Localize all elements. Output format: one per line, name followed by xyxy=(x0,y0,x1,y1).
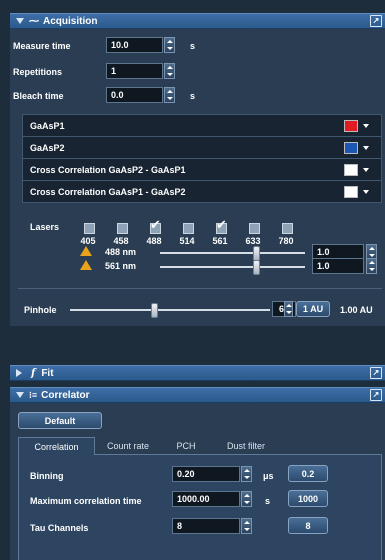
measure-time-label: Measure time xyxy=(13,41,71,51)
laser-checkbox-633[interactable] xyxy=(249,223,260,234)
warning-icon xyxy=(80,260,92,270)
bleach-time-spinner[interactable] xyxy=(164,87,175,103)
laser-561-slider-thumb[interactable] xyxy=(252,260,260,275)
measure-time-spinner[interactable] xyxy=(164,37,175,53)
correlator-header[interactable]: ⁝≡ Correlator ↗ xyxy=(10,387,385,403)
warning-icon xyxy=(80,246,92,256)
pin-icon[interactable]: ↗ xyxy=(370,389,382,401)
pinhole-spinner[interactable] xyxy=(284,301,293,317)
tab-correlation[interactable]: Correlation xyxy=(18,437,95,456)
laser-checkbox-514[interactable] xyxy=(183,223,194,234)
checkmark-icon: ✔ xyxy=(216,217,227,232)
binning-label: Binning xyxy=(30,471,64,481)
laser-561-input[interactable]: 1.0 xyxy=(312,258,364,274)
tab-count-rate[interactable]: Count rate xyxy=(94,437,162,455)
max-corr-time-preset-button[interactable]: 1000 xyxy=(288,490,328,507)
pinhole-au-value: 1.00 AU xyxy=(340,305,373,315)
laser-checkbox-561[interactable]: ✔ xyxy=(216,217,227,234)
binning-preset-button[interactable]: 0.2 xyxy=(288,465,328,482)
laser-checkbox-488[interactable]: ✔ xyxy=(150,217,161,234)
track-color-swatch[interactable] xyxy=(344,120,358,132)
laser-wavelength-label: 633 xyxy=(245,236,261,246)
pinhole-slider-track[interactable] xyxy=(70,309,270,311)
repetitions-label: Repetitions xyxy=(13,67,63,77)
pinhole-slider-thumb[interactable] xyxy=(151,303,158,318)
track-color-swatch[interactable] xyxy=(344,186,358,198)
chevron-down-icon[interactable] xyxy=(363,190,369,194)
tau-channels-input[interactable]: 8 xyxy=(172,518,240,534)
fit-header[interactable]: f Fit ↗ xyxy=(10,365,385,381)
track-color-swatch[interactable] xyxy=(344,164,358,176)
track-row-gaasp1[interactable]: GaAsP1 xyxy=(23,115,381,137)
measure-time-input[interactable]: 10.0 xyxy=(106,37,163,53)
collapse-icon[interactable] xyxy=(16,18,24,24)
track-color-swatch[interactable] xyxy=(344,142,358,154)
pinhole-1au-button[interactable]: 1 AU xyxy=(296,301,330,317)
expand-icon[interactable] xyxy=(16,369,22,377)
track-name: Cross Correlation GaAsP1 - GaAsP2 xyxy=(30,186,186,197)
correlator-bars-icon: ⁝≡ xyxy=(29,389,38,400)
lasers-label: Lasers xyxy=(30,222,60,232)
binning-unit: μs xyxy=(263,471,274,481)
max-corr-time-input[interactable]: 1000.00 xyxy=(172,491,240,507)
bleach-time-input[interactable]: 0.0 xyxy=(106,87,163,103)
pin-icon[interactable]: ↗ xyxy=(370,367,382,379)
pinhole-label: Pinhole xyxy=(24,305,57,315)
acquisition-title: Acquisition xyxy=(43,15,98,27)
laser-wavelength-label: 561 xyxy=(212,236,228,246)
tab-dust-filter[interactable]: Dust filter xyxy=(210,437,282,455)
fit-title: Fit xyxy=(41,367,54,379)
binning-input[interactable]: 0.20 xyxy=(172,466,240,482)
chevron-down-icon[interactable] xyxy=(363,168,369,172)
collapse-icon[interactable] xyxy=(16,392,24,398)
divider xyxy=(18,288,382,289)
laser-488-slider-track[interactable] xyxy=(160,252,305,254)
correlator-title: Correlator xyxy=(41,389,90,401)
correlator-tabs: Correlation Count rate PCH Dust filter xyxy=(18,437,382,456)
laser-488-label: 488 nm xyxy=(105,247,137,257)
max-corr-time-label: Maximum correlation time xyxy=(30,496,142,506)
repetitions-input[interactable]: 1 xyxy=(106,63,163,79)
laser-wavelength-label: 488 xyxy=(146,236,162,246)
bleach-time-label: Bleach time xyxy=(13,91,64,101)
max-corr-time-unit: s xyxy=(265,496,271,506)
tab-pch[interactable]: PCH xyxy=(164,437,208,455)
laser-561-spinner[interactable] xyxy=(366,258,377,274)
acquisition-header[interactable]: ⁓ Acquisition ↗ xyxy=(10,13,385,29)
track-name: GaAsP1 xyxy=(30,120,65,131)
laser-488-slider-thumb[interactable] xyxy=(252,246,260,261)
max-corr-time-spinner[interactable] xyxy=(241,491,252,507)
track-name: Cross Correlation GaAsP2 - GaAsP1 xyxy=(30,164,186,175)
pin-icon[interactable]: ↗ xyxy=(370,15,382,27)
laser-wavelength-label: 514 xyxy=(179,236,195,246)
laser-checkbox-405[interactable] xyxy=(84,223,95,234)
tau-channels-spinner[interactable] xyxy=(241,518,252,534)
laser-wavelength-label: 780 xyxy=(278,236,294,246)
track-row-cross-1-2[interactable]: Cross Correlation GaAsP1 - GaAsP2 xyxy=(23,181,381,202)
track-list: GaAsP1 GaAsP2 Cross Correlation GaAsP2 -… xyxy=(22,114,382,203)
track-row-gaasp2[interactable]: GaAsP2 xyxy=(23,137,381,159)
binning-spinner[interactable] xyxy=(241,466,252,482)
tau-channels-preset-button[interactable]: 8 xyxy=(288,517,328,534)
bleach-time-unit: s xyxy=(190,91,196,101)
default-button[interactable]: Default xyxy=(18,412,102,429)
measure-time-unit: s xyxy=(190,41,196,51)
chevron-down-icon[interactable] xyxy=(363,146,369,150)
laser-wavelength-label: 405 xyxy=(80,236,96,246)
tau-channels-label: Tau Channels xyxy=(30,523,89,533)
laser-checkbox-780[interactable] xyxy=(282,223,293,234)
laser-wavelength-label: 458 xyxy=(113,236,129,246)
laser-561-slider-track[interactable] xyxy=(160,266,305,268)
track-name: GaAsP2 xyxy=(30,142,65,153)
track-row-cross-2-1[interactable]: Cross Correlation GaAsP2 - GaAsP1 xyxy=(23,159,381,181)
laser-checkbox-458[interactable] xyxy=(117,223,128,234)
checkmark-icon: ✔ xyxy=(150,217,161,232)
chevron-down-icon[interactable] xyxy=(363,124,369,128)
repetitions-spinner[interactable] xyxy=(164,63,175,79)
laser-561-label: 561 nm xyxy=(105,261,137,271)
acquisition-wave-icon: ⁓ xyxy=(29,15,39,27)
fit-f-icon: f xyxy=(31,367,36,379)
